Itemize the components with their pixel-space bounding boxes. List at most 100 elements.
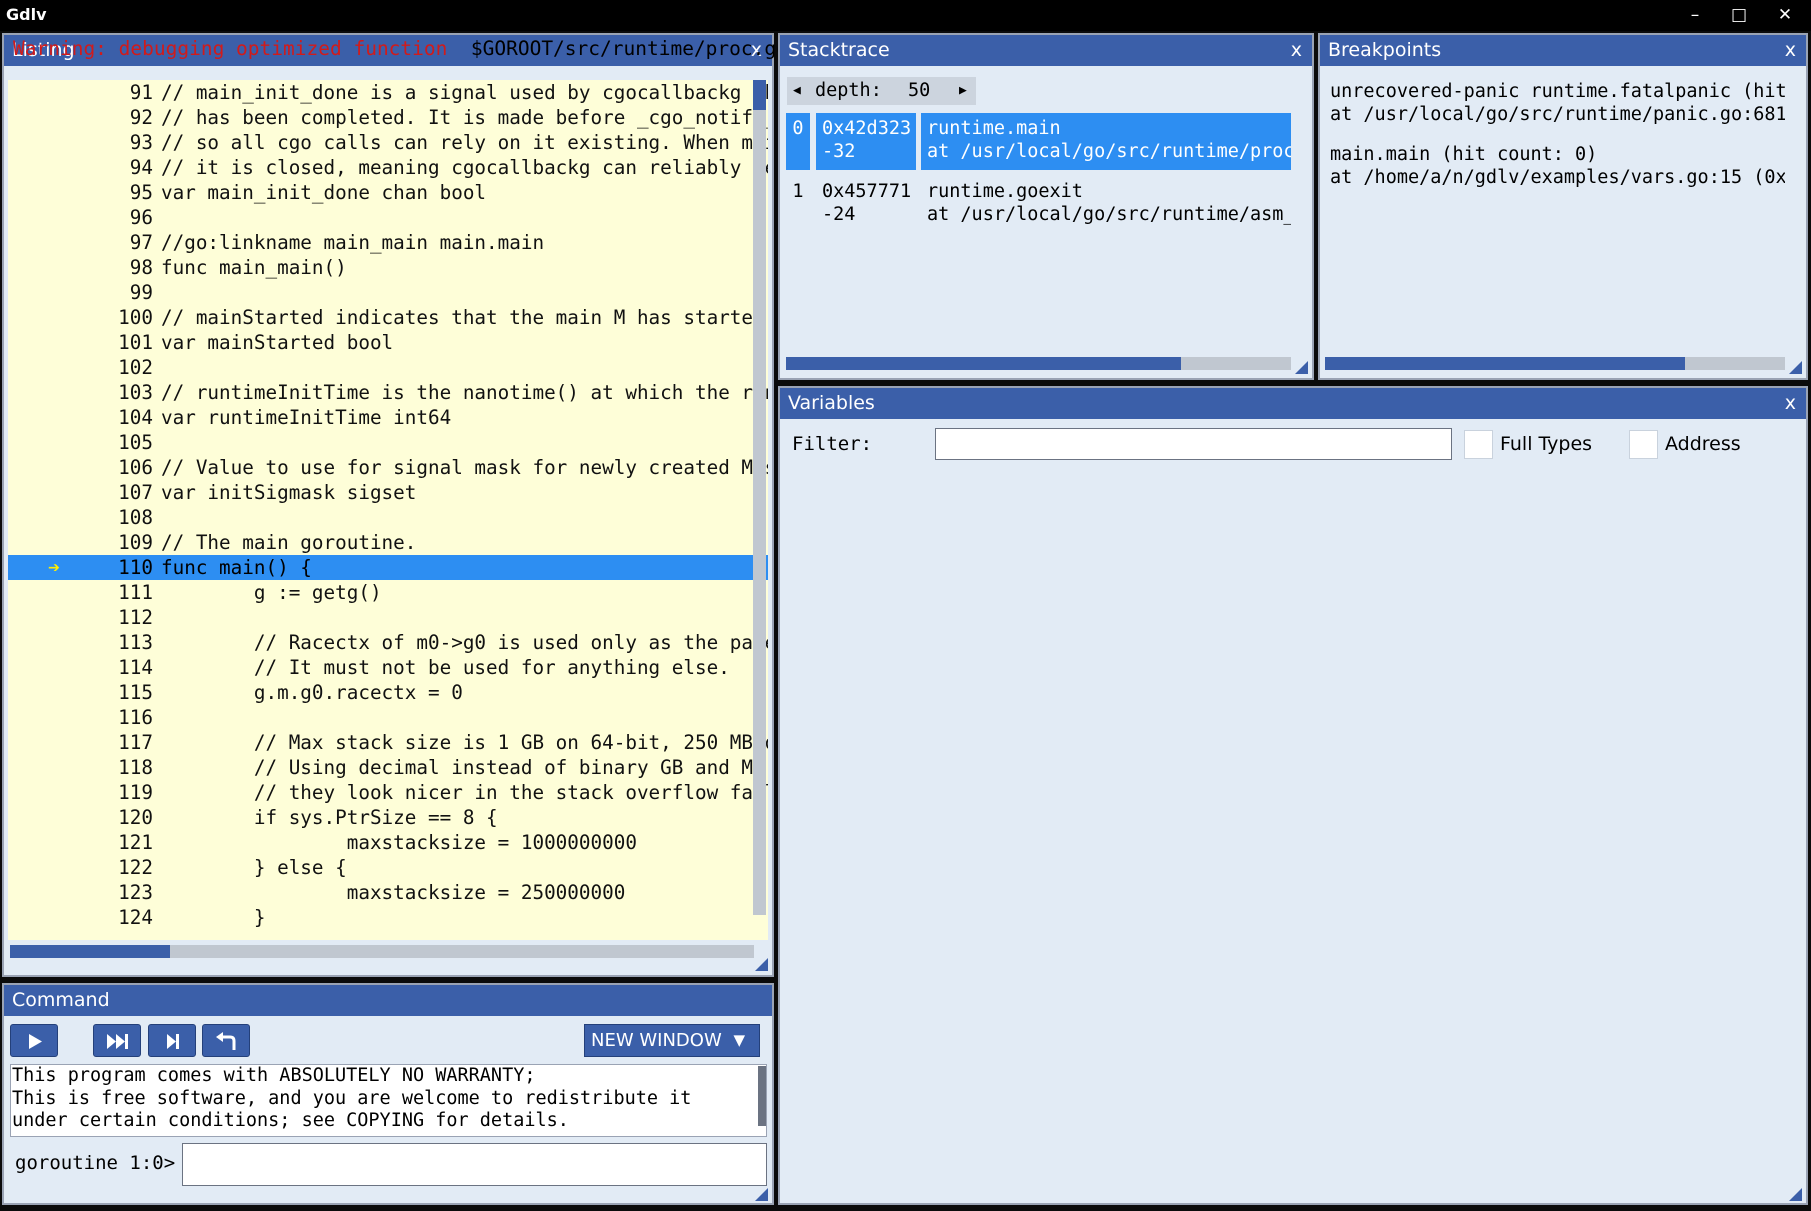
code-line[interactable]: 114 // It must not be used for anything … [8, 655, 768, 680]
code-line[interactable]: 116 [8, 705, 768, 730]
line-text: // Max stack size is 1 GB on 64-bit, 250… [253, 731, 768, 754]
command-output[interactable]: This program comes with ABSOLUTELY NO WA… [10, 1064, 767, 1137]
listing-vscroll-thumb[interactable] [753, 80, 766, 110]
minimize-icon[interactable]: – [1677, 3, 1713, 27]
code-line[interactable]: 100 // mainStarted indicates that the mai… [8, 305, 768, 330]
breakpoint-item[interactable]: main.main (hit count: 0) at /home/a/n/gd… [1330, 144, 1785, 189]
listing-horizontal-scrollbar[interactable] [10, 945, 754, 958]
code-line[interactable]: 104 var runtimeInitTime int64 [8, 405, 768, 430]
line-number: 91 [129, 81, 153, 104]
next-button[interactable] [93, 1024, 141, 1057]
step-out-button[interactable] [202, 1024, 250, 1057]
code-line[interactable]: 115 g.m.g0.racectx = 0 [8, 680, 768, 705]
line-number: 92 [129, 106, 153, 129]
code-line[interactable]: 96 [8, 205, 768, 230]
return-icon [216, 1032, 236, 1050]
stack-frame-0[interactable]: 0 0x42d323 -32 runtime.main at /usr/loca… [786, 113, 1291, 170]
code-line[interactable]: 97 //go:linkname main_main main.main [8, 230, 768, 255]
listing-hscroll-thumb[interactable] [10, 945, 170, 958]
line-text: //go:linkname main_main main.main [161, 231, 545, 254]
depth-value[interactable]: 50 [908, 77, 930, 105]
stacktrace-header: Stacktrace x [780, 35, 1312, 66]
full-types-checkbox[interactable] [1464, 430, 1493, 459]
line-number: 106 [118, 456, 153, 479]
app-title: Gdlv [6, 5, 47, 24]
line-text: } else { [161, 856, 347, 879]
address-checkbox[interactable] [1629, 430, 1658, 459]
decrease-depth-icon[interactable]: ◀ [793, 77, 801, 105]
stacktrace-resize-grip[interactable] [1295, 361, 1308, 374]
code-line[interactable]: 93 // so all cgo calls can rely on it exi… [8, 130, 768, 155]
code-line[interactable]: 107 var initSigmask sigset [8, 480, 768, 505]
step-in-button[interactable] [148, 1024, 196, 1057]
code-line[interactable]: 108 [8, 505, 768, 530]
filter-input[interactable] [935, 428, 1452, 460]
code-line[interactable]: 106 // Value to use for signal mask for n… [8, 455, 768, 480]
variables-resize-grip[interactable] [1789, 1188, 1802, 1201]
code-line[interactable]: 98 func main_main() [8, 255, 768, 280]
code-line[interactable]: 122 } else { [8, 855, 768, 880]
run-mode-select[interactable]: NEW WINDOW ▼ [584, 1024, 760, 1057]
code-line[interactable]: 112 [8, 605, 768, 630]
stack-frame-1[interactable]: 1 0x457771 -24 runtime.goexit at /usr/lo… [786, 176, 1291, 233]
breakpoints-resize-grip[interactable] [1789, 361, 1802, 374]
code-line[interactable]: ➔ 110 func main() { [8, 555, 768, 580]
breakpoints-horizontal-scrollbar[interactable] [1325, 357, 1785, 370]
line-number: 95 [129, 181, 153, 204]
line-text: // runtimeInitTime is the nanotime() at … [161, 381, 768, 404]
line-number: 104 [118, 406, 153, 429]
maximize-icon[interactable]: □ [1721, 3, 1757, 27]
listing-vertical-scrollbar[interactable] [753, 80, 766, 915]
line-text: if sys.PtrSize == 8 { [161, 806, 498, 829]
code-line[interactable]: 92 // has been completed. It is made befo… [8, 105, 768, 130]
code-line[interactable]: 118 // Using decimal instead of binary G… [8, 755, 768, 780]
code-line[interactable]: 121 maxstacksize = 1000000000 [8, 830, 768, 855]
line-number: 105 [118, 431, 153, 454]
code-line[interactable]: 103 // runtimeInitTime is the nanotime() … [8, 380, 768, 405]
code-line[interactable]: 119 // they look nicer in the stack over… [8, 780, 768, 805]
stacktrace-close-button[interactable]: x [1291, 35, 1302, 66]
line-number: 93 [129, 131, 153, 154]
line-number: 110 [118, 556, 153, 579]
stacktrace-hscroll-thumb[interactable] [786, 357, 1181, 370]
command-input[interactable] [182, 1143, 767, 1186]
increase-depth-icon[interactable]: ▶ [959, 77, 967, 105]
code-line[interactable]: 94 // it is closed, meaning cgocallbackg … [8, 155, 768, 180]
code-line[interactable]: 101 var mainStarted bool [8, 330, 768, 355]
line-text: g := getg() [161, 581, 382, 604]
code-line[interactable]: 113 // Racectx of m0->g0 is used only as… [8, 630, 768, 655]
stacktrace-horizontal-scrollbar[interactable] [786, 357, 1291, 370]
listing-resize-grip[interactable] [755, 958, 768, 971]
command-title: Command [12, 989, 110, 1011]
line-text: func main() { [161, 556, 312, 579]
code-line[interactable]: 95 var main_init_done chan bool [8, 180, 768, 205]
breakpoints-hscroll-thumb[interactable] [1325, 357, 1685, 370]
code-line[interactable]: 91 // main_init_done is a signal used by … [8, 80, 768, 105]
continue-button[interactable] [10, 1024, 58, 1057]
variables-close-button[interactable]: x [1785, 388, 1796, 419]
code-line[interactable]: 120 if sys.PtrSize == 8 { [8, 805, 768, 830]
code-line[interactable]: 117 // Max stack size is 1 GB on 64-bit,… [8, 730, 768, 755]
breakpoint-item[interactable]: unrecovered-panic runtime.fatalpanic (hi… [1330, 81, 1785, 126]
close-window-icon[interactable]: ✕ [1767, 3, 1803, 27]
code-line[interactable]: 109 // The main goroutine. [8, 530, 768, 555]
code-line[interactable]: 99 [8, 280, 768, 305]
line-number: 94 [129, 156, 153, 179]
depth-stepper[interactable]: ◀ depth: 50 ▶ [787, 77, 976, 105]
line-text: var main_init_done chan bool [161, 181, 487, 204]
line-number: 97 [129, 231, 153, 254]
code-line[interactable]: 124 } [8, 905, 768, 930]
code-listing[interactable]: 91 // main_init_done is a signal used by … [8, 80, 768, 940]
line-number: 117 [118, 731, 153, 754]
stacktrace-title: Stacktrace [788, 39, 890, 61]
breakpoints-close-button[interactable]: x [1785, 35, 1796, 66]
line-number: 112 [118, 606, 153, 629]
frame-address: 0x457771 -24 [822, 181, 912, 225]
code-line[interactable]: 102 [8, 355, 768, 380]
code-line[interactable]: 123 maxstacksize = 250000000 [8, 880, 768, 905]
code-line[interactable]: 105 [8, 430, 768, 455]
code-line[interactable]: 111 g := getg() [8, 580, 768, 605]
command-output-scrollbar[interactable] [758, 1066, 766, 1126]
line-number: 98 [129, 256, 153, 279]
command-resize-grip[interactable] [755, 1188, 768, 1201]
